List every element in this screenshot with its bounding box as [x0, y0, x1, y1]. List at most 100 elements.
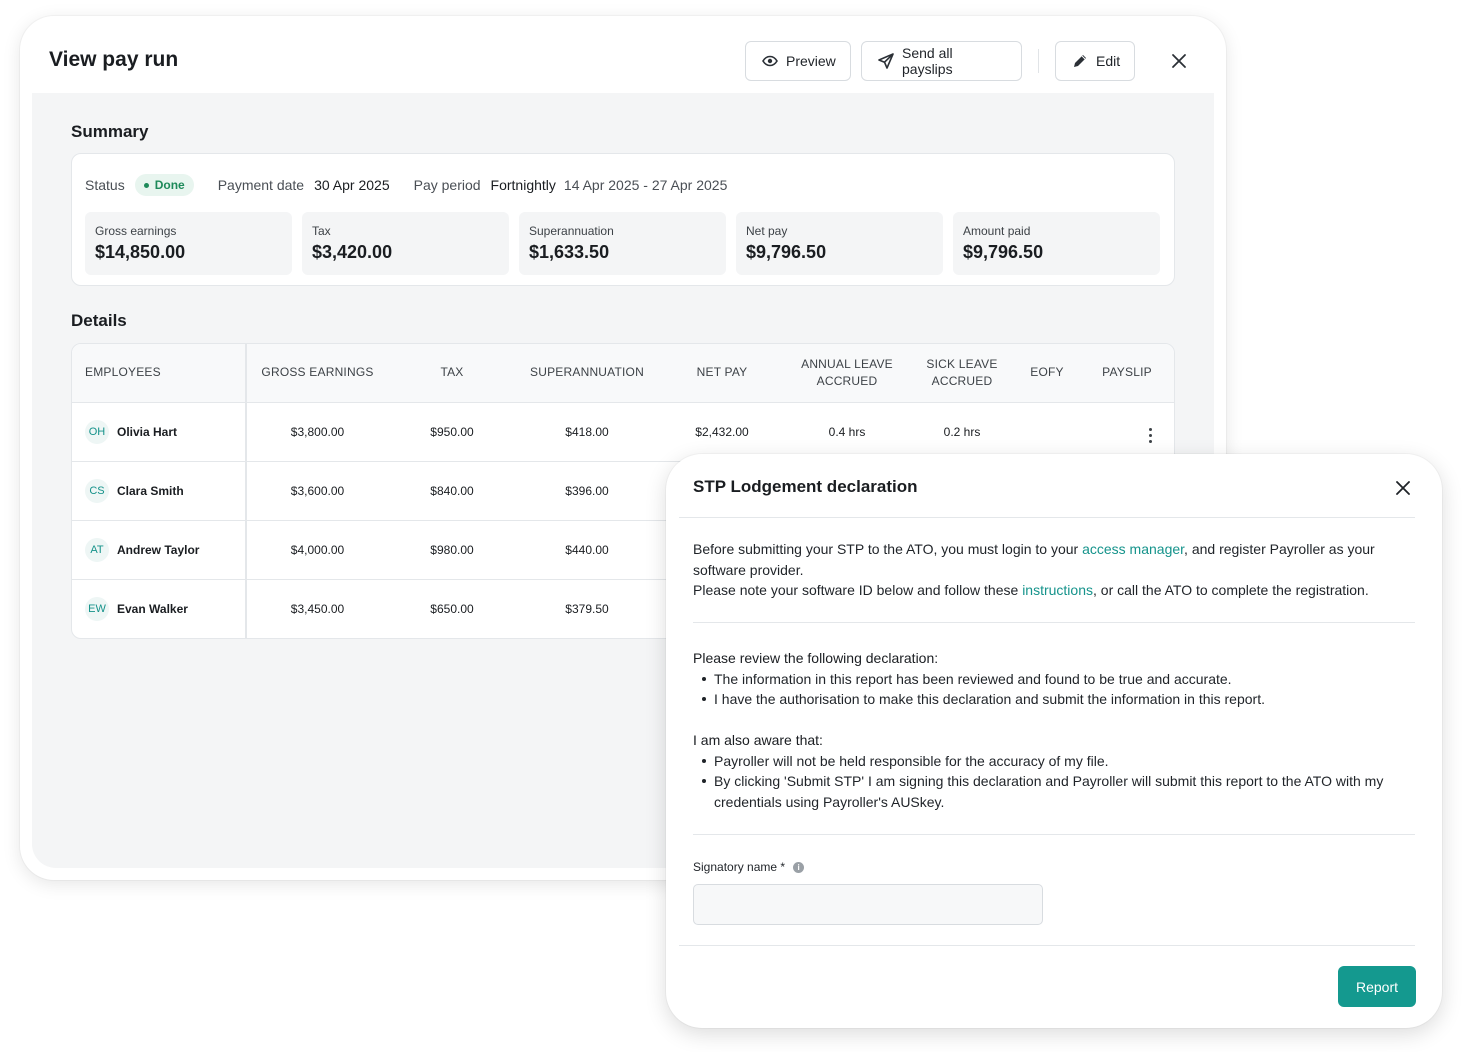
column-header-net-pay[interactable]: NET PAY [658, 344, 786, 403]
column-header-eofy[interactable]: EOFY [1016, 344, 1078, 403]
signatory-label-text: Signatory name * [693, 860, 786, 874]
pay-period-frequency: Fortnightly [490, 177, 556, 193]
status-value: Done [154, 178, 185, 192]
pay-period-range: 14 Apr 2025 - 27 Apr 2025 [563, 177, 728, 193]
annual-leave-cell: 0.4 hrs [786, 402, 908, 462]
intro-paragraph-1: Before submitting your STP to the ATO, y… [693, 539, 1415, 580]
gross-earnings-cell: $4,000.00 [246, 520, 388, 580]
eye-icon [762, 53, 778, 69]
eofy-cell [1016, 402, 1078, 462]
employee-name: Clara Smith [117, 483, 184, 498]
modal-divider [693, 622, 1415, 623]
stat-value: $3,420.00 [312, 242, 393, 262]
superannuation-cell: $440.00 [516, 520, 658, 580]
tax-cell: $950.00 [388, 402, 516, 462]
avatar: OH [85, 419, 109, 444]
status-label: Status [85, 177, 125, 193]
tax-cell: $840.00 [388, 461, 516, 521]
intro-text: Before submitting your STP to the ATO, y… [693, 541, 1083, 557]
report-button[interactable]: Report [1338, 966, 1416, 1007]
employee-name: Andrew Taylor [117, 542, 200, 557]
avatar: CS [85, 478, 109, 503]
stat-label: Net pay [746, 224, 788, 238]
column-header-sick-leave[interactable]: SICK LEAVE ACCRUED [908, 344, 1016, 403]
declaration-item: I have the authorisation to make this de… [693, 689, 1415, 710]
aware-heading: I am also aware that: [693, 732, 823, 748]
access-manager-link[interactable]: access manager [1082, 541, 1184, 557]
stat-value: $9,796.50 [746, 242, 827, 262]
pencil-icon [1072, 53, 1088, 69]
preview-button-label: Preview [786, 53, 836, 69]
modal-footer-divider [679, 945, 1415, 946]
aware-item: By clicking 'Submit STP' I am signing th… [693, 771, 1415, 812]
stat-tax: Tax $3,420.00 [302, 212, 509, 275]
gross-earnings-cell: $3,450.00 [290, 601, 345, 616]
close-icon[interactable] [1168, 50, 1190, 72]
gross-earnings-cell: $3,600.00 [246, 461, 388, 521]
superannuation-cell: $379.50 [565, 601, 609, 616]
stat-value: $14,850.00 [95, 242, 186, 262]
page-title: View pay run [49, 48, 179, 71]
employee-name: Olivia Hart [117, 424, 178, 439]
preview-button[interactable]: Preview [745, 41, 851, 81]
stat-amount-paid: Amount paid $9,796.50 [953, 212, 1160, 275]
column-header-annual-leave[interactable]: ANNUAL LEAVE ACCRUED [786, 344, 908, 403]
instructions-link[interactable]: instructions [1022, 582, 1093, 598]
avatar: AT [85, 537, 109, 562]
signatory-name-label: Signatory name * i [693, 860, 805, 874]
send-icon [878, 53, 894, 69]
send-all-payslips-button[interactable]: Send all payslips [861, 41, 1022, 81]
net-pay-cell: $2,432.00 [658, 402, 786, 462]
payment-date-label: Payment date [217, 177, 305, 193]
summary-title: Summary [71, 122, 149, 141]
info-icon[interactable]: i [793, 861, 805, 873]
column-header-tax[interactable]: TAX [388, 344, 516, 403]
more-vertical-icon[interactable] [1149, 428, 1152, 443]
stat-label: Tax [312, 224, 331, 238]
summary-meta: Status Done Payment date 30 Apr 2025 Pay… [85, 174, 727, 196]
signatory-name-input[interactable] [693, 884, 1043, 925]
table-row[interactable]: OH Olivia Hart $3,800.00 $950.00 $418.00 … [72, 402, 1174, 462]
close-icon[interactable] [1394, 479, 1412, 497]
intro-text: Please note your software ID below and f… [693, 582, 1023, 598]
superannuation-cell: $396.00 [516, 461, 658, 521]
employee-cell: OH Olivia Hart [72, 402, 247, 462]
toolbar-divider [1038, 49, 1039, 73]
employee-cell: CS Clara Smith [72, 461, 247, 521]
intro-paragraph-2: Please note your software ID below and f… [693, 580, 1415, 601]
employee-cell: AT Andrew Taylor [72, 520, 247, 580]
details-title: Details [71, 311, 127, 330]
stat-gross-earnings: Gross earnings $14,850.00 [85, 212, 292, 275]
intro-text: , or call the ATO to complete the regist… [1093, 582, 1369, 598]
summary-stats: Gross earnings $14,850.00 Tax $3,420.00 Su… [85, 212, 1160, 275]
column-header-gross-earnings[interactable]: GROSS EARNINGS [246, 344, 388, 403]
tax-cell: $650.00 [430, 601, 474, 616]
payment-date-value: 30 Apr 2025 [314, 177, 390, 193]
status-badge: Done [134, 174, 194, 196]
gross-earnings-cell: $3,800.00 [246, 402, 388, 462]
column-header-employees[interactable]: EMPLOYEES [72, 344, 247, 403]
stp-lodgement-modal: STP Lodgement declaration Before submitt… [666, 454, 1442, 1028]
send-all-payslips-label: Send all payslips [902, 45, 953, 77]
modal-intro: Before submitting your STP to the ATO, y… [693, 539, 1415, 601]
declaration-heading: Please review the following declaration: [693, 650, 939, 666]
modal-title: STP Lodgement declaration [693, 477, 918, 496]
tax-cell: $980.00 [388, 520, 516, 580]
sick-leave-cell: 0.2 hrs [908, 402, 1016, 462]
payslip-cell [1078, 402, 1174, 462]
stat-value: $9,796.50 [963, 242, 1044, 262]
column-header-payslip[interactable]: PAYSLIP [1078, 344, 1174, 403]
modal-divider [679, 517, 1415, 518]
table-header-row: EMPLOYEES GROSS EARNINGS TAX SUPERANNUAT… [72, 344, 1174, 403]
stat-net-pay: Net pay $9,796.50 [736, 212, 943, 275]
summary-card: Status Done Payment date 30 Apr 2025 Pay… [71, 153, 1175, 286]
superannuation-cell: $418.00 [516, 402, 658, 462]
status-dot-icon [143, 182, 149, 188]
stat-superannuation: Superannuation $1,633.50 [519, 212, 726, 275]
avatar: EW [85, 596, 109, 621]
modal-divider [693, 834, 1415, 835]
stat-label: Amount paid [963, 224, 1031, 238]
column-header-superannuation[interactable]: SUPERANNUATION [516, 344, 658, 403]
edit-button[interactable]: Edit [1055, 41, 1135, 81]
stat-label: Gross earnings [95, 224, 177, 238]
